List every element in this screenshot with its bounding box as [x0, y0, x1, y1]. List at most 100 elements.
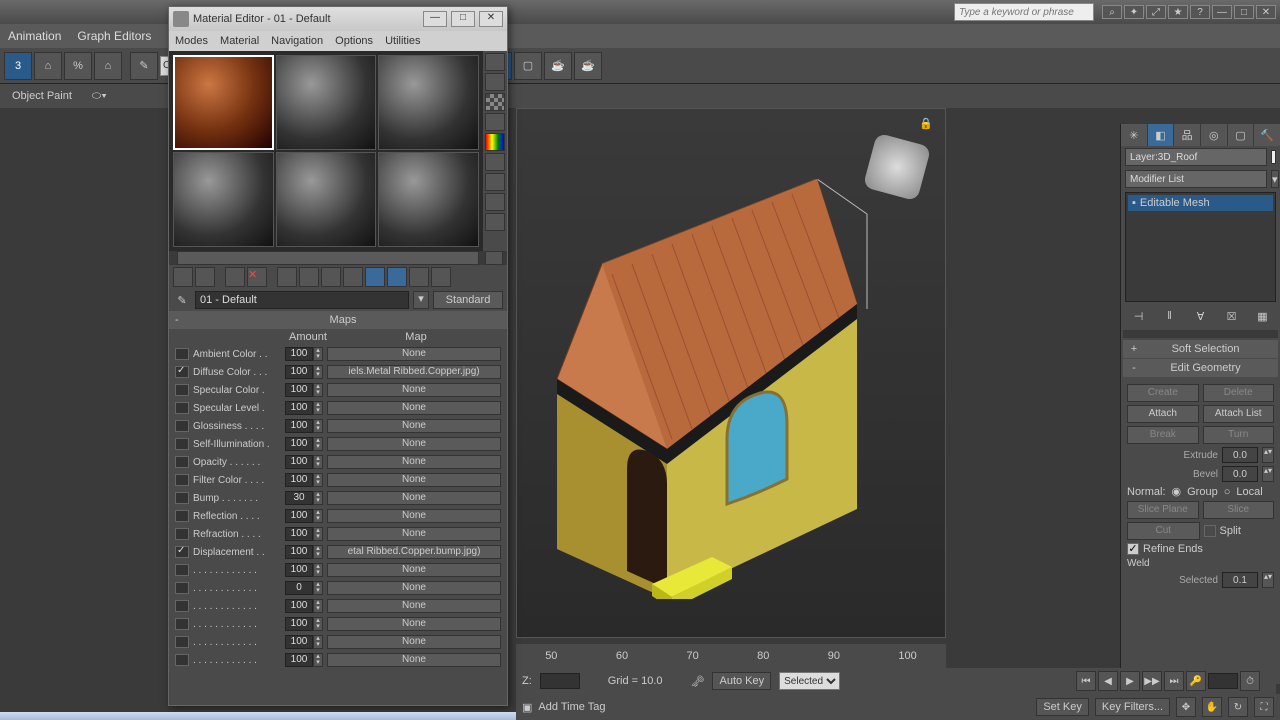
bevel-spinner[interactable]	[1222, 466, 1258, 482]
delete-button[interactable]: Delete	[1203, 384, 1275, 402]
map-slot-button[interactable]: etal Ribbed.Copper.bump.jpg)	[327, 545, 501, 559]
search-icon[interactable]: ⌕	[1102, 5, 1122, 19]
map-slot-button[interactable]: None	[327, 437, 501, 451]
menu-animation[interactable]: Animation	[8, 29, 61, 43]
spinner-arrows[interactable]: ▴▾	[313, 635, 323, 649]
map-slot-button[interactable]: None	[327, 383, 501, 397]
prev-frame-button[interactable]: ◀	[1098, 671, 1118, 691]
maximize-button[interactable]: □	[1234, 5, 1254, 19]
map-enable-checkbox[interactable]	[175, 600, 189, 612]
tool-icon[interactable]: ★	[1168, 5, 1188, 19]
map-amount-spinner[interactable]: 100	[285, 653, 313, 667]
map-slot-button[interactable]: None	[327, 491, 501, 505]
configure-sets-icon[interactable]: ▦	[1254, 308, 1272, 324]
attach-list-button[interactable]: Attach List	[1203, 405, 1275, 423]
select-by-material-icon[interactable]	[485, 193, 505, 211]
map-slot-button[interactable]: None	[327, 401, 501, 415]
make-preview-icon[interactable]	[485, 153, 505, 171]
sample-layout-icon[interactable]	[485, 251, 503, 265]
weld-threshold-spinner[interactable]	[1222, 572, 1258, 588]
edit-selection-button[interactable]: ✎	[130, 52, 158, 80]
map-amount-spinner[interactable]: 100	[285, 545, 313, 559]
spinner-arrows[interactable]: ▴▾	[313, 473, 323, 487]
pin-stack-icon[interactable]: ⊣	[1130, 308, 1148, 324]
backlight-icon[interactable]	[485, 73, 505, 91]
sample-slot[interactable]	[173, 152, 274, 247]
go-to-parent-icon[interactable]	[409, 267, 429, 287]
spinner-arrows[interactable]: ▴▾	[313, 581, 323, 595]
map-enable-checkbox[interactable]	[175, 474, 189, 486]
map-slot-button[interactable]: None	[327, 563, 501, 577]
spinner-arrows[interactable]: ▴▾	[313, 599, 323, 613]
play-button[interactable]: ▶	[1120, 671, 1140, 691]
split-checkbox[interactable]	[1204, 525, 1216, 537]
viewport-nav-icon[interactable]: ✋	[1202, 697, 1222, 717]
map-amount-spinner[interactable]: 100	[285, 635, 313, 649]
sample-uv-icon[interactable]	[485, 113, 505, 131]
menu-options[interactable]: Options	[335, 35, 373, 47]
make-unique-icon[interactable]: ∀	[1192, 308, 1210, 324]
material-name-dropdown[interactable]: ▾	[413, 291, 429, 309]
minimize-button[interactable]: —	[423, 11, 447, 27]
options-icon[interactable]	[485, 173, 505, 191]
sample-type-icon[interactable]	[485, 53, 505, 71]
map-amount-spinner[interactable]: 100	[285, 527, 313, 541]
spinner-arrows[interactable]: ▴▾	[313, 527, 323, 541]
tool-icon[interactable]: ⤢	[1146, 5, 1166, 19]
next-frame-button[interactable]: ▶▶	[1142, 671, 1162, 691]
spinner-arrows[interactable]: ▴▾	[1262, 447, 1274, 463]
viewport-nav-icon[interactable]: ↻	[1228, 697, 1248, 717]
map-slot-button[interactable]: None	[327, 653, 501, 667]
map-amount-spinner[interactable]: 100	[285, 383, 313, 397]
make-unique-icon[interactable]	[299, 267, 319, 287]
map-slot-button[interactable]: None	[327, 635, 501, 649]
modify-tab[interactable]: ◧	[1148, 124, 1174, 146]
show-map-viewport-icon[interactable]	[365, 267, 385, 287]
map-enable-checkbox[interactable]	[175, 438, 189, 450]
refine-ends-checkbox[interactable]: ✓	[1127, 543, 1139, 555]
show-end-result-icon[interactable]	[387, 267, 407, 287]
sample-slot[interactable]	[173, 55, 274, 150]
modifier-stack-item[interactable]: ▪Editable Mesh	[1128, 195, 1273, 211]
spinner-arrows[interactable]: ▴▾	[313, 383, 323, 397]
spinner-arrows[interactable]: ▴▾	[313, 509, 323, 523]
viewport-scene[interactable]: 🔒	[517, 109, 945, 637]
modifier-list-combo[interactable]	[1125, 170, 1267, 188]
percent-snap-button[interactable]: %	[64, 52, 92, 80]
map-amount-spinner[interactable]: 0	[285, 581, 313, 595]
map-enable-checkbox[interactable]	[175, 564, 189, 576]
material-name-combo[interactable]	[195, 291, 409, 309]
menu-utilities[interactable]: Utilities	[385, 35, 420, 47]
material-map-nav-icon[interactable]	[485, 213, 505, 231]
viewport[interactable]: 🔒	[516, 108, 946, 638]
remove-modifier-icon[interactable]: ☒	[1223, 308, 1241, 324]
render-frame-button[interactable]: ▢	[514, 52, 542, 80]
utilities-tab[interactable]: 🔨	[1254, 124, 1280, 146]
close-button[interactable]: ✕	[1256, 5, 1276, 19]
angle-snap-button[interactable]: ⌂	[34, 52, 62, 80]
video-color-icon[interactable]	[485, 133, 505, 151]
map-amount-spinner[interactable]: 100	[285, 473, 313, 487]
map-enable-checkbox[interactable]	[175, 492, 189, 504]
hierarchy-tab[interactable]: 品	[1174, 124, 1200, 146]
map-amount-spinner[interactable]: 100	[285, 437, 313, 451]
time-slider[interactable]: 50 60 70 80 90 100	[516, 644, 946, 668]
map-enable-checkbox[interactable]	[175, 618, 189, 630]
map-amount-spinner[interactable]: 100	[285, 599, 313, 613]
put-to-scene-icon[interactable]	[195, 267, 215, 287]
sample-slot[interactable]	[378, 152, 479, 247]
assign-to-selection-icon[interactable]	[225, 267, 245, 287]
spinner-arrows[interactable]: ▴▾	[313, 545, 323, 559]
help-icon[interactable]: ?	[1190, 5, 1210, 19]
map-slot-button[interactable]: None	[327, 617, 501, 631]
normal-group-radio[interactable]: ◉	[1172, 485, 1182, 498]
break-button[interactable]: Break	[1127, 426, 1199, 444]
spinner-arrows[interactable]: ▴▾	[313, 401, 323, 415]
spinner-arrows[interactable]: ▴▾	[313, 365, 323, 379]
maximize-button[interactable]: □	[451, 11, 475, 27]
render-production-button[interactable]: ☕	[574, 52, 602, 80]
map-amount-spinner[interactable]: 100	[285, 419, 313, 433]
menu-graph-editors[interactable]: Graph Editors	[77, 29, 151, 43]
map-slot-button[interactable]: None	[327, 581, 501, 595]
map-enable-checkbox[interactable]	[175, 366, 189, 378]
